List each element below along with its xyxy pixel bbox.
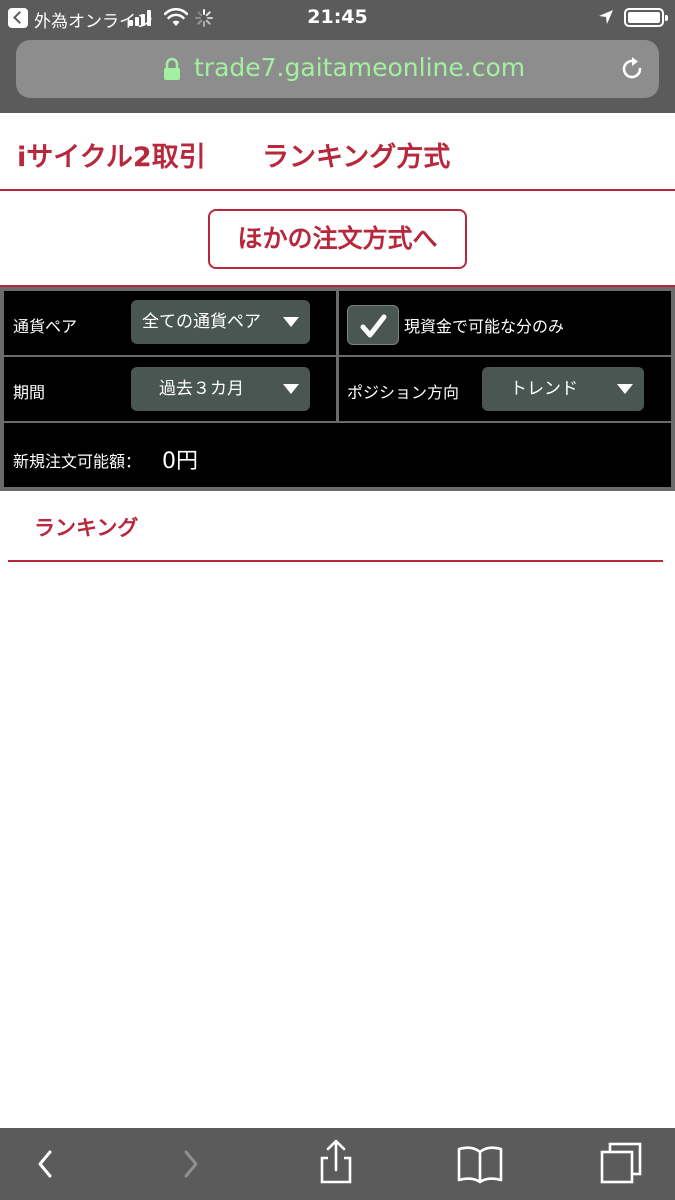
period-select[interactable]: 過去３カ月 <box>131 367 310 411</box>
status-time: 21:45 <box>307 6 368 28</box>
filter-panel: 通貨ペア 全ての通貨ペア 現資金で可能な分のみ 期間 過去３カ月 ポジション方向… <box>0 287 675 491</box>
page-subtitle: ランキング方式 <box>262 142 451 173</box>
dropdown-arrow-icon <box>283 317 299 327</box>
period-value: 過去３カ月 <box>159 379 244 399</box>
bookmarks-icon <box>457 1146 503 1184</box>
cash-only-label[interactable]: 現資金で可能な分のみ <box>404 313 564 337</box>
ranking-divider <box>8 560 663 562</box>
reload-icon[interactable] <box>618 55 646 83</box>
forward-icon <box>184 1150 198 1178</box>
dropdown-arrow-icon <box>283 384 299 394</box>
status-bar: 外為オンライン 21:45 <box>0 0 675 36</box>
share-icon <box>320 1139 352 1184</box>
tabs-button[interactable] <box>592 1128 652 1200</box>
currency-pair-label: 通貨ペア <box>13 317 78 336</box>
other-order-section: ほかの注文方式へ <box>0 191 675 287</box>
available-amount-value: 0円 <box>162 449 198 474</box>
position-direction-cell: ポジション方向 トレンド <box>339 357 671 421</box>
address-bar[interactable]: trade7.gaitameonline.com <box>16 40 659 98</box>
checkmark-icon <box>360 314 387 338</box>
back-icon <box>38 1150 52 1178</box>
cash-only-cell: 現資金で可能な分のみ <box>339 291 671 355</box>
page-header: iサイクル2取引 ランキング方式 <box>0 113 675 191</box>
battery-icon <box>624 8 668 27</box>
currency-pair-value: 全ての通貨ペア <box>142 312 261 332</box>
position-direction-value: トレンド <box>510 379 578 399</box>
currency-pair-cell: 通貨ペア 全ての通貨ペア <box>4 291 336 355</box>
forward-button[interactable] <box>162 1128 222 1200</box>
available-amount-label: 新規注文可能額： <box>13 452 142 471</box>
screen: 外為オンライン 21:45 trade7.gaitameonline.com i… <box>0 0 675 1200</box>
location-icon <box>599 10 613 24</box>
other-order-method-button[interactable]: ほかの注文方式へ <box>208 209 467 269</box>
position-direction-select[interactable]: トレンド <box>482 367 644 411</box>
dropdown-arrow-icon <box>617 384 633 394</box>
browser-top-chrome: 外為オンライン 21:45 trade7.gaitameonline.com <box>0 0 675 113</box>
browser-toolbar <box>0 1128 675 1200</box>
share-button[interactable] <box>306 1128 366 1200</box>
url-text[interactable]: trade7.gaitameonline.com <box>194 53 525 82</box>
currency-pair-select[interactable]: 全ての通貨ペア <box>131 300 310 344</box>
back-button[interactable] <box>20 1128 80 1200</box>
period-label: 期間 <box>13 383 46 402</box>
available-amount-cell: 新規注文可能額： 0円 <box>4 423 671 487</box>
cash-only-checkbox[interactable] <box>347 305 399 345</box>
page-title: iサイクル2取引 <box>17 142 206 173</box>
period-cell: 期間 過去３カ月 <box>4 357 336 421</box>
ranking-title: ランキング <box>34 516 139 540</box>
tabs-icon <box>600 1142 642 1184</box>
bookmarks-button[interactable] <box>450 1128 510 1200</box>
position-direction-label: ポジション方向 <box>347 383 460 402</box>
lock-icon <box>164 57 180 80</box>
